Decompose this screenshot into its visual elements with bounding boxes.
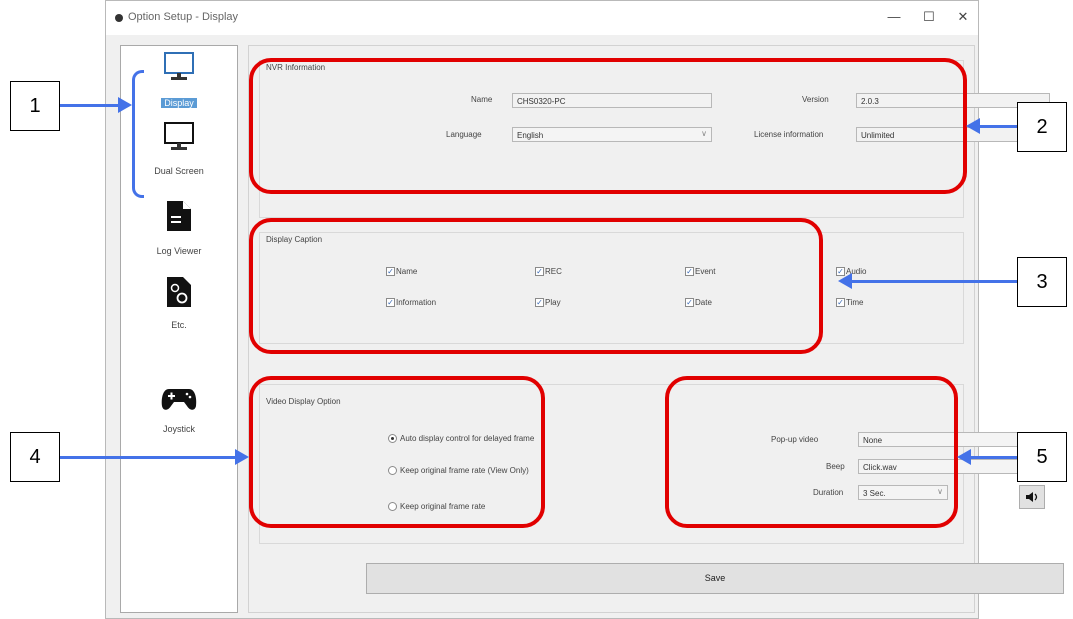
callout-4: 4	[10, 432, 60, 482]
bracket-1	[132, 70, 144, 198]
time-checkbox[interactable]: ✓	[836, 298, 845, 307]
sidebar-item-label: Etc.	[171, 320, 187, 330]
sidebar-item-etc[interactable]: Etc.	[121, 276, 237, 334]
joystick-icon	[161, 389, 197, 410]
callout-1: 1	[10, 81, 60, 131]
arrow-2-line	[980, 125, 1017, 128]
arrow-3-line	[852, 280, 1017, 283]
monitor-icon	[164, 52, 194, 80]
gear-document-icon	[167, 277, 191, 307]
close-button[interactable]: ✕	[951, 9, 975, 27]
play-beep-button[interactable]	[1019, 485, 1045, 509]
window-title: Option Setup - Display	[128, 11, 239, 23]
sidebar-item-log-viewer[interactable]: Log Viewer	[121, 200, 237, 258]
arrow-4-line	[60, 456, 236, 459]
sidebar-item-label: Log Viewer	[156, 246, 202, 256]
monitor-icon	[164, 122, 194, 150]
speaker-icon	[1026, 492, 1038, 502]
sidebar-item-label: Display	[161, 98, 197, 108]
arrow-5-head-icon	[957, 449, 971, 465]
sidebar-item-joystick[interactable]: Joystick	[121, 386, 237, 444]
checkbox-label: Time	[846, 298, 864, 307]
maximize-button[interactable]: ☐	[917, 9, 941, 27]
callout-5: 5	[1017, 432, 1067, 482]
minimize-button[interactable]: —	[882, 9, 906, 27]
document-icon	[167, 201, 191, 231]
arrow-2-head-icon	[966, 118, 980, 134]
highlight-box-5	[665, 376, 958, 528]
callout-2: 2	[1017, 102, 1067, 152]
arrow-3-head-icon	[838, 273, 852, 289]
arrow-1-head-icon	[118, 97, 132, 113]
arrow-4-head-icon	[235, 449, 249, 465]
app-icon	[115, 14, 123, 22]
title-bar: Option Setup - Display — ☐ ✕	[106, 1, 978, 35]
arrow-5-line	[971, 456, 1017, 459]
highlight-box-3	[249, 218, 823, 354]
save-button[interactable]: Save	[366, 563, 1064, 594]
callout-3: 3	[1017, 257, 1067, 307]
sidebar-item-label: Joystick	[162, 424, 195, 434]
arrow-1-line	[60, 104, 122, 107]
highlight-box-2	[249, 58, 967, 194]
highlight-box-4	[249, 376, 545, 528]
